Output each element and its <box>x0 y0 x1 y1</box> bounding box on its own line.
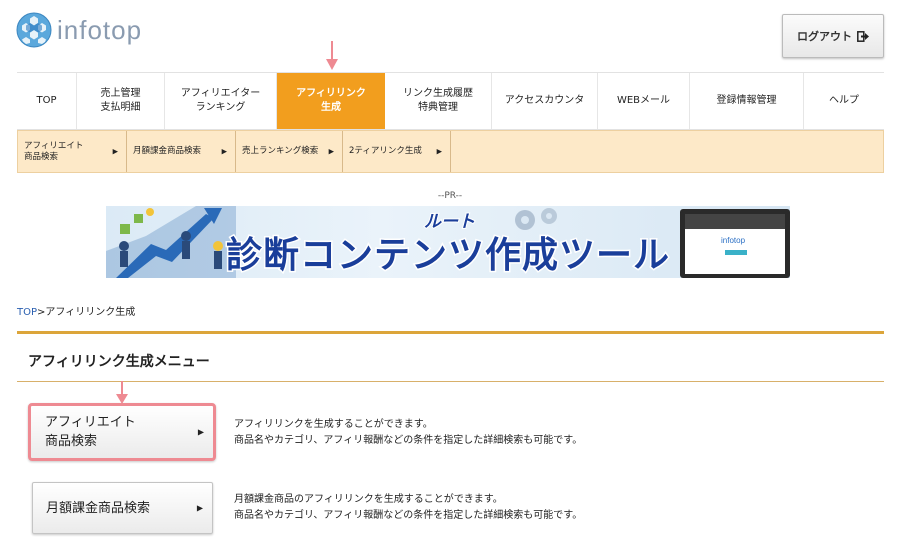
section-title: アフィリリンク生成メニュー <box>28 354 210 370</box>
desc-line: アフィリリンクを生成することができます。 <box>234 419 433 430</box>
main-nav: TOP 売上管理 支払明細 アフィリエイター ランキング アフィリリンク 生成 … <box>17 72 884 130</box>
screen-button <box>725 250 747 255</box>
nav-label: アクセスカウンタ <box>504 95 585 106</box>
monitor-screen: infotop <box>685 214 785 274</box>
infotop-logo[interactable]: infotop <box>16 12 142 48</box>
nav-label: WEBメール <box>616 95 671 106</box>
nav-label: ヘルプ <box>829 95 859 106</box>
subnav-label: 売上ランキング検索 <box>242 146 319 156</box>
screen-logo: infotop <box>721 236 746 245</box>
monthly-search-button[interactable]: 月額課金商品検索 ▶ <box>32 482 213 534</box>
logout-button[interactable]: ログアウト <box>782 14 884 58</box>
triangle-right-icon: ▶ <box>221 147 227 155</box>
subnav-2tier-link[interactable]: 2ティアリンク生成 ▶ <box>343 131 451 172</box>
nav-webmail[interactable]: WEBメール <box>598 73 690 129</box>
monitor-icon: infotop <box>680 209 790 278</box>
nav-help[interactable]: ヘルプ <box>804 73 884 129</box>
nav-affili-link[interactable]: アフィリリンク 生成 <box>277 73 385 129</box>
breadcrumb: TOP>アフィリリンク生成 <box>17 303 135 318</box>
section-divider <box>17 331 884 334</box>
logout-label: ログアウト <box>797 30 852 43</box>
nav-ranking[interactable]: アフィリエイター ランキング <box>165 73 277 129</box>
menu-button-label: アフィリエイト 商品検索 <box>45 415 136 449</box>
subnav-monthly-search[interactable]: 月額課金商品検索 ▶ <box>127 131 236 172</box>
subnav-label: 月額課金商品検索 <box>133 146 202 156</box>
breadcrumb-current: アフィリリンク生成 <box>45 307 136 318</box>
nav-label: TOP <box>36 95 57 106</box>
hex-globe-icon <box>16 12 52 48</box>
nav-label: アフィリリンク 生成 <box>296 88 366 113</box>
desc-line: 月額課金商品のアフィリリンクを生成することができます。 <box>234 494 503 505</box>
subnav-label: 2ティアリンク生成 <box>349 146 422 156</box>
subnav-ranking-search[interactable]: 売上ランキング検索 ▶ <box>236 131 343 172</box>
desc-line: 商品名やカテゴリ、アフィリ報酬などの条件を指定した詳細検索も可能です。 <box>234 435 583 446</box>
pr-label: --PR-- <box>437 191 463 201</box>
nav-access-counter[interactable]: アクセスカウンタ <box>492 73 598 129</box>
section-underline <box>17 381 884 382</box>
nav-label: アフィリエイター ランキング <box>180 88 261 113</box>
menu-button-label: 月額課金商品検索 <box>46 500 151 516</box>
logo-text: infotop <box>57 14 143 45</box>
annotation-arrow-icon <box>116 381 128 404</box>
nav-sales[interactable]: 売上管理 支払明細 <box>77 73 165 129</box>
triangle-right-icon: ▶ <box>197 427 204 437</box>
screen-header <box>685 214 785 229</box>
sub-nav: アフィリエイト 商品検索 ▶ 月額課金商品検索 ▶ 売上ランキング検索 ▶ 2テ… <box>17 130 884 173</box>
desc-line: 商品名やカテゴリ、アフィリ報酬などの条件を指定した詳細検索も可能です。 <box>234 510 583 521</box>
affiliate-search-button[interactable]: アフィリエイト 商品検索 ▶ <box>28 403 216 461</box>
subnav-label: アフィリエイト 商品検索 <box>24 140 84 162</box>
subnav-affiliate-search[interactable]: アフィリエイト 商品検索 ▶ <box>18 131 127 172</box>
annotation-arrow-icon <box>326 41 338 70</box>
menu-description: アフィリリンクを生成することができます。 商品名やカテゴリ、アフィリ報酬などの条… <box>234 417 582 449</box>
logout-icon <box>857 30 869 42</box>
banner-headline: 診断コンテンツ作成ツール <box>224 234 671 278</box>
triangle-right-icon: ▶ <box>328 147 334 155</box>
nav-link-history[interactable]: リンク生成履歴 特典管理 <box>385 73 492 129</box>
triangle-right-icon: ▶ <box>196 503 203 513</box>
nav-top[interactable]: TOP <box>17 73 77 129</box>
banner-illustration-icon <box>106 206 236 278</box>
nav-registration[interactable]: 登録情報管理 <box>690 73 804 129</box>
promo-banner[interactable]: ルート 診断コンテンツ作成ツール infotop <box>106 206 790 278</box>
triangle-right-icon: ▶ <box>112 147 118 155</box>
breadcrumb-home-link[interactable]: TOP <box>17 307 37 318</box>
nav-label: リンク生成履歴 特典管理 <box>403 88 473 113</box>
menu-description: 月額課金商品のアフィリリンクを生成することができます。 商品名やカテゴリ、アフィ… <box>234 492 582 524</box>
nav-label: 売上管理 支払明細 <box>100 88 141 113</box>
nav-label: 登録情報管理 <box>716 95 777 106</box>
triangle-right-icon: ▶ <box>436 147 442 155</box>
